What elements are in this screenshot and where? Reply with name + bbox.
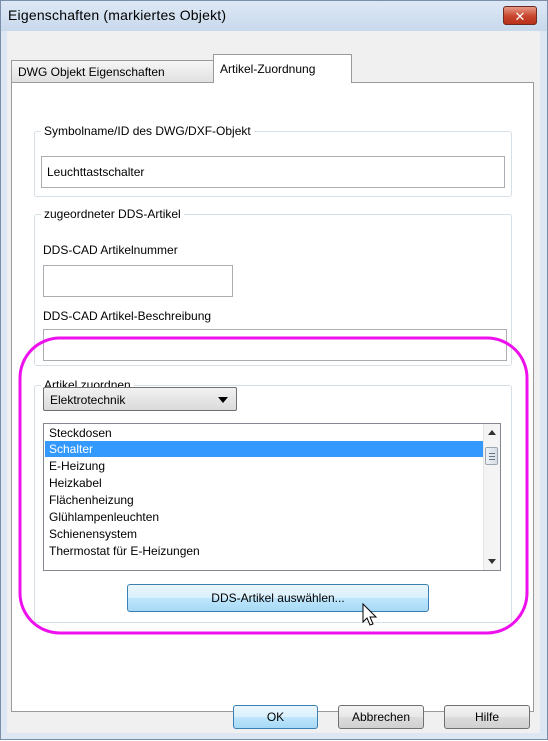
annotation-highlight-ring: [18, 336, 529, 635]
mouse-pointer-icon: [362, 603, 378, 626]
tab-artikel-zuordnung[interactable]: Artikel-Zuordnung: [213, 54, 352, 83]
dialog-window: Eigenschaften (markiertes Objekt) ✕ DWG …: [0, 0, 548, 740]
